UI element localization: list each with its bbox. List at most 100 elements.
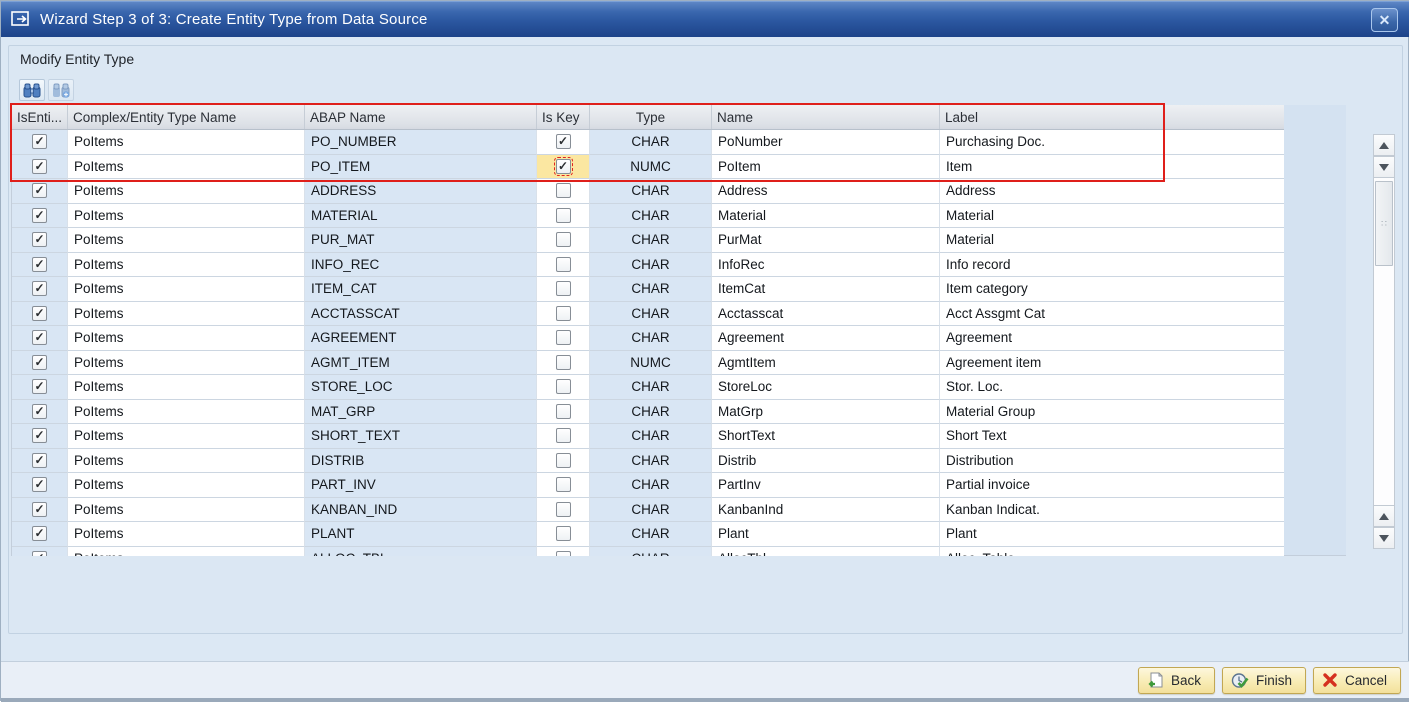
entity-name-cell[interactable]: PoItems	[68, 473, 305, 498]
type-cell[interactable]: CHAR	[590, 375, 712, 400]
col-header-name[interactable]: Name	[712, 105, 940, 129]
close-icon[interactable]: ✕	[1371, 8, 1398, 32]
is-key-checkbox[interactable]	[555, 281, 571, 297]
find-next-button[interactable]	[48, 79, 74, 101]
is-entity-checkbox[interactable]	[32, 256, 47, 272]
entity-name-cell[interactable]: PoItems	[68, 399, 305, 424]
abap-name-cell[interactable]: MAT_GRP	[305, 399, 537, 424]
is-entity-checkbox[interactable]	[32, 550, 47, 556]
abap-name-cell[interactable]: MATERIAL	[305, 203, 537, 228]
name-cell[interactable]: Address	[712, 179, 940, 204]
abap-name-cell[interactable]: ITEM_CAT	[305, 277, 537, 302]
name-cell[interactable]: Acctasscat	[712, 301, 940, 326]
entity-name-cell[interactable]: PoItems	[68, 522, 305, 547]
is-key-checkbox[interactable]	[555, 330, 571, 346]
label-cell[interactable]: Material Group	[940, 399, 1284, 424]
is-key-checkbox[interactable]	[555, 134, 571, 150]
label-cell[interactable]: Short Text	[940, 424, 1284, 449]
type-cell[interactable]: CHAR	[590, 473, 712, 498]
type-cell[interactable]: CHAR	[590, 203, 712, 228]
col-header-is-key[interactable]: Is Key	[537, 105, 590, 129]
entity-name-cell[interactable]: PoItems	[68, 228, 305, 253]
type-cell[interactable]: CHAR	[590, 448, 712, 473]
cancel-button[interactable]: Cancel	[1312, 666, 1401, 694]
label-cell[interactable]: Kanban Indicat.	[940, 497, 1284, 522]
is-entity-checkbox[interactable]	[32, 403, 47, 419]
name-cell[interactable]: PurMat	[712, 228, 940, 253]
label-cell[interactable]: Material	[940, 203, 1284, 228]
abap-name-cell[interactable]: DISTRIB	[305, 448, 537, 473]
is-entity-checkbox[interactable]	[32, 232, 47, 248]
abap-name-cell[interactable]: SHORT_TEXT	[305, 424, 537, 449]
is-key-checkbox[interactable]	[555, 428, 571, 444]
find-button[interactable]	[19, 79, 45, 101]
type-cell[interactable]: CHAR	[590, 130, 712, 155]
finish-button[interactable]: Finish	[1221, 666, 1306, 694]
name-cell[interactable]: ItemCat	[712, 277, 940, 302]
is-key-checkbox[interactable]	[555, 256, 571, 272]
col-header-type[interactable]: Type	[590, 105, 712, 129]
is-entity-checkbox[interactable]	[32, 158, 47, 174]
type-cell[interactable]: CHAR	[590, 252, 712, 277]
type-cell[interactable]: CHAR	[590, 546, 712, 556]
entity-name-cell[interactable]: PoItems	[68, 326, 305, 351]
back-button[interactable]: Back	[1137, 666, 1215, 694]
abap-name-cell[interactable]: INFO_REC	[305, 252, 537, 277]
is-key-checkbox[interactable]	[555, 207, 571, 223]
scrollbar-track[interactable]	[1373, 178, 1395, 505]
label-cell[interactable]: Purchasing Doc.	[940, 130, 1284, 155]
type-cell[interactable]: CHAR	[590, 497, 712, 522]
name-cell[interactable]: PoNumber	[712, 130, 940, 155]
name-cell[interactable]: Agreement	[712, 326, 940, 351]
type-cell[interactable]: CHAR	[590, 522, 712, 547]
name-cell[interactable]: Distrib	[712, 448, 940, 473]
is-entity-checkbox[interactable]	[32, 207, 47, 223]
is-key-checkbox[interactable]	[553, 156, 573, 176]
is-entity-checkbox[interactable]	[32, 379, 47, 395]
entity-name-cell[interactable]: PoItems	[68, 154, 305, 179]
scroll-page-up-button[interactable]	[1373, 134, 1395, 156]
is-key-checkbox[interactable]	[555, 403, 571, 419]
is-entity-checkbox[interactable]	[32, 428, 47, 444]
abap-name-cell[interactable]: STORE_LOC	[305, 375, 537, 400]
name-cell[interactable]: Material	[712, 203, 940, 228]
abap-name-cell[interactable]: ACCTASSCAT	[305, 301, 537, 326]
abap-name-cell[interactable]: PART_INV	[305, 473, 537, 498]
abap-name-cell[interactable]: ADDRESS	[305, 179, 537, 204]
entity-name-cell[interactable]: PoItems	[68, 424, 305, 449]
abap-name-cell[interactable]: ALLOC_TBL	[305, 546, 537, 556]
label-cell[interactable]: Address	[940, 179, 1284, 204]
is-key-checkbox[interactable]	[555, 379, 571, 395]
label-cell[interactable]: Agreement	[940, 326, 1284, 351]
is-entity-checkbox[interactable]	[32, 330, 47, 346]
entity-name-cell[interactable]: PoItems	[68, 497, 305, 522]
label-cell[interactable]: Material	[940, 228, 1284, 253]
is-key-checkbox[interactable]	[555, 526, 571, 542]
name-cell[interactable]: PartInv	[712, 473, 940, 498]
entity-name-cell[interactable]: PoItems	[68, 277, 305, 302]
entity-name-cell[interactable]: PoItems	[68, 448, 305, 473]
is-entity-checkbox[interactable]	[32, 452, 47, 468]
name-cell[interactable]: StoreLoc	[712, 375, 940, 400]
entity-name-cell[interactable]: PoItems	[68, 252, 305, 277]
is-key-checkbox[interactable]	[555, 501, 571, 517]
name-cell[interactable]: Plant	[712, 522, 940, 547]
type-cell[interactable]: CHAR	[590, 228, 712, 253]
is-entity-checkbox[interactable]	[32, 281, 47, 297]
type-cell[interactable]: CHAR	[590, 179, 712, 204]
label-cell[interactable]: Item category	[940, 277, 1284, 302]
col-header-abap-name[interactable]: ABAP Name	[305, 105, 537, 129]
is-key-checkbox[interactable]	[555, 354, 571, 370]
is-entity-checkbox[interactable]	[32, 305, 47, 321]
scrollbar-thumb[interactable]	[1375, 181, 1393, 266]
is-entity-checkbox[interactable]	[32, 526, 47, 542]
name-cell[interactable]: InfoRec	[712, 252, 940, 277]
entity-name-cell[interactable]: PoItems	[68, 375, 305, 400]
type-cell[interactable]: CHAR	[590, 399, 712, 424]
name-cell[interactable]: MatGrp	[712, 399, 940, 424]
is-key-checkbox[interactable]	[555, 550, 571, 556]
col-header-entity-name[interactable]: Complex/Entity Type Name	[68, 105, 305, 129]
entity-name-cell[interactable]: PoItems	[68, 179, 305, 204]
abap-name-cell[interactable]: AGREEMENT	[305, 326, 537, 351]
type-cell[interactable]: CHAR	[590, 277, 712, 302]
